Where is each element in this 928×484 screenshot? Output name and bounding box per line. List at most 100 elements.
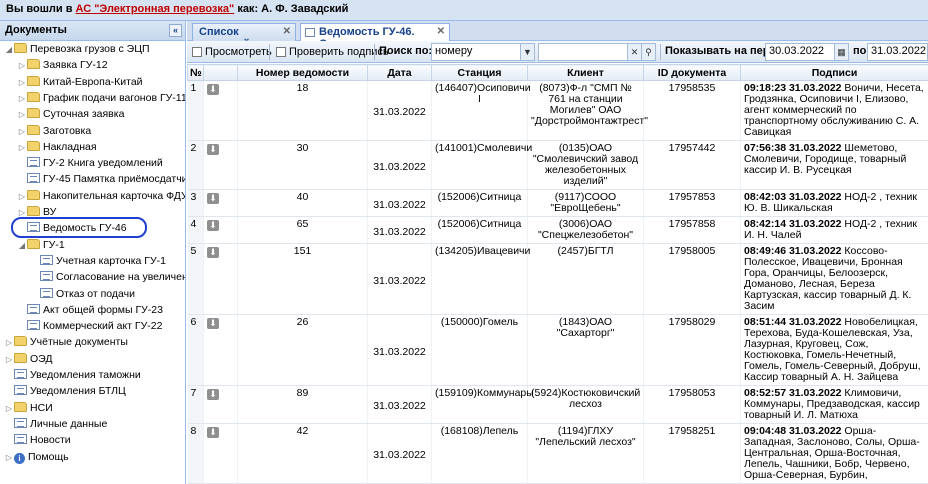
table-row[interactable]: 5 ⬇ 151 31.03.2022 (134205)Ивацевичи (2457)БГ… bbox=[187, 243, 928, 315]
expanded-arrow-icon[interactable]: ◢ bbox=[4, 41, 14, 58]
column-header-station[interactable]: Станция bbox=[431, 64, 528, 81]
info-icon: i bbox=[14, 452, 25, 464]
collapsed-arrow-icon[interactable]: ▷ bbox=[17, 106, 27, 123]
expanded-arrow-icon[interactable]: ◢ bbox=[17, 237, 27, 254]
tree-node[interactable]: ◢ ГУ-1 bbox=[17, 237, 65, 254]
calendar-icon[interactable]: ▦ bbox=[834, 43, 849, 61]
tree-node[interactable]: Согласование на увеличение по bbox=[30, 269, 185, 286]
tree-node[interactable]: ГУ-2 Книга уведомлений bbox=[17, 155, 163, 172]
tree-node[interactable]: ГУ-45 Памятка приёмосдатчика bbox=[17, 171, 185, 188]
column-header-index[interactable]: № bbox=[187, 64, 204, 81]
collapsed-arrow-icon[interactable]: ▷ bbox=[4, 334, 14, 351]
tree-node[interactable]: ▷ i Помощь bbox=[4, 449, 69, 466]
download-icon[interactable]: ⬇ bbox=[207, 247, 219, 258]
collapsed-arrow-icon[interactable]: ▷ bbox=[17, 74, 27, 91]
tree-node[interactable]: ▷ Накопительная карточка ФДУ-92 bbox=[17, 188, 185, 205]
document-icon bbox=[27, 173, 40, 184]
folder-icon bbox=[27, 238, 40, 249]
tree-node[interactable]: ▷ Учётные документы bbox=[4, 334, 128, 351]
column-header-doc-id[interactable]: ID документа bbox=[643, 64, 741, 81]
document-icon bbox=[14, 385, 27, 396]
folder-icon bbox=[14, 401, 27, 412]
tree-node[interactable]: Коммерческий акт ГУ-22 bbox=[17, 318, 162, 335]
collapsed-arrow-icon[interactable]: ▷ bbox=[17, 123, 27, 140]
collapsed-arrow-icon[interactable]: ▷ bbox=[17, 139, 27, 156]
tree-node[interactable]: Акт общей формы ГУ-23 bbox=[17, 302, 163, 319]
download-icon[interactable]: ⬇ bbox=[207, 220, 219, 231]
download-icon[interactable]: ⬇ bbox=[207, 389, 219, 400]
cell-signatures: 08:51:44 31.03.2022 Новобелицкая, Терехо… bbox=[740, 314, 928, 386]
download-icon[interactable]: ⬇ bbox=[207, 318, 219, 329]
close-icon[interactable]: ✕ bbox=[283, 26, 291, 37]
check-signature-button[interactable]: Проверить подпись bbox=[274, 44, 389, 60]
collapsed-arrow-icon[interactable]: ▷ bbox=[17, 57, 27, 74]
document-icon bbox=[40, 287, 53, 298]
table-row[interactable]: 7 ⬇ 89 31.03.2022 (159109)Коммунары (5924)Кос… bbox=[187, 385, 928, 424]
table-row[interactable]: 6 ⬇ 26 31.03.2022 (150000)Гомель (1843)ОАО "С… bbox=[187, 314, 928, 386]
collapsed-arrow-icon[interactable]: ▷ bbox=[4, 400, 14, 417]
column-header-signatures[interactable]: Подписи bbox=[740, 64, 928, 81]
documents-panel-title: Документы bbox=[5, 24, 67, 36]
table-row[interactable]: 4 ⬇ 65 31.03.2022 (152006)Ситница (3006)ОАО "… bbox=[187, 216, 928, 244]
collapsed-arrow-icon[interactable]: ▷ bbox=[17, 90, 27, 107]
folder-icon bbox=[27, 189, 40, 200]
chevron-down-icon[interactable]: ▼ bbox=[520, 43, 535, 61]
tree-node[interactable]: ▷ ОЭД bbox=[4, 351, 52, 368]
login-bar: Вы вошли в АС "Электронная перевозка" ка… bbox=[0, 0, 928, 21]
download-icon[interactable]: ⬇ bbox=[207, 193, 219, 204]
tree-node[interactable]: Отказ от подачи bbox=[30, 286, 135, 303]
collapse-icon[interactable]: « bbox=[169, 24, 182, 37]
tree-node[interactable]: ▷ Накладная bbox=[17, 139, 97, 156]
column-header-client[interactable]: Клиент bbox=[527, 64, 644, 81]
tree-node[interactable]: Уведомления таможни bbox=[4, 367, 141, 384]
table-row[interactable]: 3 ⬇ 40 31.03.2022 (152006)Ситница (9117)СООО … bbox=[187, 189, 928, 217]
tab-news-list[interactable]: Список новостей ✕ bbox=[192, 23, 296, 50]
tree-node[interactable]: ▷ НСИ bbox=[4, 400, 53, 417]
tree-node[interactable]: Учетная карточка ГУ-1 bbox=[30, 253, 166, 270]
view-button[interactable]: Просмотреть bbox=[190, 44, 272, 60]
download-icon[interactable]: ⬇ bbox=[207, 427, 219, 438]
tree-node[interactable]: ▷ Суточная заявка bbox=[17, 106, 124, 123]
tab-strip: Список новостей ✕ Ведомость ГУ-46. Списо… bbox=[187, 21, 928, 50]
tree-node[interactable]: Новости bbox=[4, 432, 71, 449]
search-input[interactable] bbox=[538, 43, 628, 61]
column-header-number[interactable]: Номер ведомости bbox=[237, 64, 368, 81]
collapsed-arrow-icon[interactable]: ▷ bbox=[4, 351, 14, 368]
collapsed-arrow-icon[interactable]: ▷ bbox=[4, 449, 14, 466]
tree-node[interactable]: ▷ Китай-Европа-Китай bbox=[17, 74, 143, 91]
search-icon[interactable]: ⚲ bbox=[641, 43, 656, 61]
date-to-field[interactable]: 31.03.2022 bbox=[867, 43, 928, 61]
table-row[interactable]: 8 ⬇ 42 31.03.2022 (168108)Лепель (1194)ГЛХУ "… bbox=[187, 423, 928, 484]
cell-client: (9117)СООО "ЕвроЩебень" bbox=[527, 189, 644, 217]
row-index: 7 bbox=[187, 385, 204, 424]
date-from-field[interactable]: 30.03.2022 bbox=[765, 43, 835, 61]
tree-node-label: Заготовка bbox=[43, 124, 92, 137]
cell-doc-id: 17958535 bbox=[643, 80, 741, 141]
tree-node[interactable]: ▷ Заготовка bbox=[17, 123, 91, 140]
search-field-select[interactable]: номеру bbox=[431, 43, 521, 61]
tree-node-label: Согласование на увеличение по bbox=[56, 271, 185, 284]
close-icon[interactable]: ✕ bbox=[437, 26, 445, 37]
to-label: по bbox=[853, 45, 867, 57]
tree-node[interactable]: Уведомления БТЛЦ bbox=[4, 383, 126, 400]
tab-gu46-list[interactable]: Ведомость ГУ-46. Список ✕ bbox=[300, 23, 450, 50]
download-icon[interactable]: ⬇ bbox=[207, 84, 219, 95]
collapsed-arrow-icon[interactable]: ▷ bbox=[17, 188, 27, 205]
cell-date: 31.03.2022 bbox=[367, 423, 432, 484]
download-icon[interactable]: ⬇ bbox=[207, 144, 219, 155]
tree-node-label: ГУ-1 bbox=[43, 238, 65, 251]
tree-node[interactable]: ▷ График подачи вагонов ГУ-11 bbox=[17, 90, 185, 107]
column-header-date[interactable]: Дата bbox=[367, 64, 432, 81]
tree-node[interactable]: Личные данные bbox=[4, 416, 107, 433]
clear-icon[interactable]: ✕ bbox=[627, 43, 642, 61]
app-link[interactable]: АС "Электронная перевозка" bbox=[76, 3, 235, 15]
cell-station: (152006)Ситница bbox=[431, 216, 528, 244]
cell-doc-id: 17957853 bbox=[643, 189, 741, 217]
tree-node[interactable]: ▷ Заявка ГУ-12 bbox=[17, 57, 108, 74]
table-row[interactable]: 1 ⬇ 18 31.03.2022 (146407)Осиповичи I (8073)Ф… bbox=[187, 80, 928, 141]
folder-icon bbox=[27, 140, 40, 151]
table-row[interactable]: 2 ⬇ 30 31.03.2022 (141001)Смолевичи (0135)ОАО… bbox=[187, 140, 928, 190]
cell-date: 31.03.2022 bbox=[367, 216, 432, 244]
tree-node[interactable]: ◢ Перевозка грузов с ЭЦП bbox=[4, 41, 150, 58]
row-action: ⬇ bbox=[203, 243, 238, 315]
